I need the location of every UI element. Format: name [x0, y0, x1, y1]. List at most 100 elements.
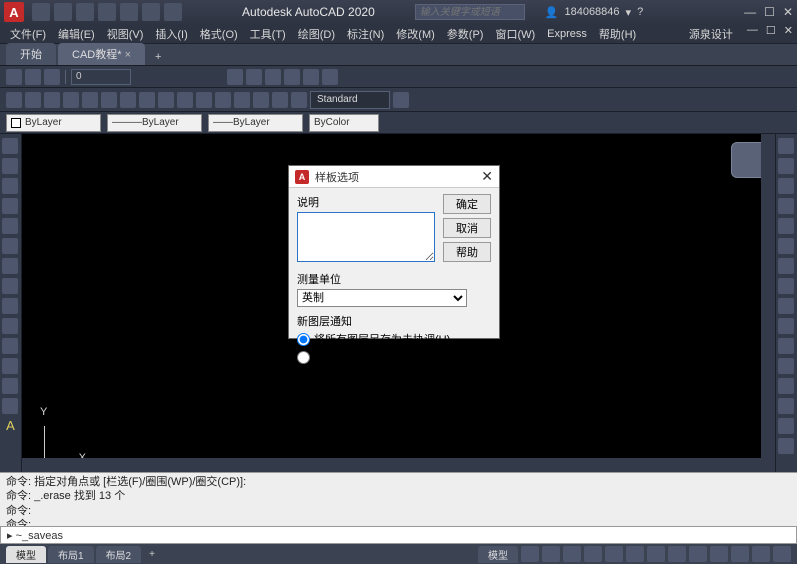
dim-icon[interactable] [120, 92, 136, 108]
layer-combo[interactable]: 0 [71, 69, 131, 85]
point-tool-icon[interactable] [2, 298, 18, 314]
qat-plot-icon[interactable] [120, 3, 138, 21]
qat-save-icon[interactable] [76, 3, 94, 21]
rectangle-tool-icon[interactable] [2, 218, 18, 234]
status-icon[interactable] [626, 546, 644, 562]
status-model[interactable]: 模型 [478, 546, 518, 563]
modify-fillet-icon[interactable] [778, 418, 794, 434]
menu-yuanquan[interactable]: 源泉设计 [683, 24, 739, 44]
doc-max-button[interactable]: ☐ [766, 24, 776, 44]
dim-icon[interactable] [253, 92, 269, 108]
dim-icon[interactable] [63, 92, 79, 108]
radio-reconciled[interactable]: 将所有图层另存为已协调(R) [297, 349, 491, 365]
dim-icon[interactable] [272, 92, 288, 108]
circle-tool-icon[interactable] [2, 178, 18, 194]
modify-stretch-icon[interactable] [778, 298, 794, 314]
ellipse-tool-icon[interactable] [2, 238, 18, 254]
menu-express[interactable]: Express [541, 26, 593, 42]
dimstyle-combo[interactable]: Standard [310, 91, 390, 109]
dim-icon[interactable] [139, 92, 155, 108]
menu-tools[interactable]: 工具(T) [244, 24, 292, 44]
doc-min-button[interactable]: — [747, 24, 758, 44]
help-icon[interactable]: ? [637, 6, 643, 18]
dim-icon[interactable] [196, 92, 212, 108]
status-icon[interactable] [584, 546, 602, 562]
doc-close-button[interactable]: ✕ [784, 24, 793, 44]
dim-icon[interactable] [234, 92, 250, 108]
modify-rotate-icon[interactable] [778, 258, 794, 274]
block-tool-icon[interactable] [2, 318, 18, 334]
units-select[interactable]: 英制 [297, 289, 467, 307]
layout-tab-2[interactable]: 布局2 [96, 546, 142, 563]
layer-freeze-icon[interactable] [25, 69, 41, 85]
dim-icon[interactable] [215, 92, 231, 108]
menu-edit[interactable]: 编辑(E) [52, 24, 101, 44]
hatch-tool-icon[interactable] [2, 258, 18, 274]
v-scrollbar[interactable] [761, 134, 775, 472]
minimize-button[interactable]: — [744, 5, 756, 19]
table-tool-icon[interactable] [2, 338, 18, 354]
qat-new-icon[interactable] [32, 3, 50, 21]
plotstyle-combo[interactable]: ByColor [309, 114, 379, 132]
dim-icon[interactable] [82, 92, 98, 108]
description-input[interactable] [297, 212, 435, 262]
status-icon[interactable] [752, 546, 770, 562]
modify-break-icon[interactable] [778, 358, 794, 374]
menu-draw[interactable]: 绘图(D) [292, 24, 341, 44]
line-tool-icon[interactable] [2, 138, 18, 154]
layout-tab-model[interactable]: 模型 [6, 546, 46, 563]
modify-copy-icon[interactable] [778, 158, 794, 174]
tb-icon[interactable] [227, 69, 243, 85]
app-logo[interactable]: A [4, 2, 24, 22]
layout-tab-1[interactable]: 布局1 [48, 546, 94, 563]
status-icon[interactable] [542, 546, 560, 562]
dim-icon[interactable] [393, 92, 409, 108]
tab-start[interactable]: 开始 [6, 43, 56, 65]
h-scrollbar[interactable] [22, 458, 761, 472]
wipeout-tool-icon[interactable] [2, 378, 18, 394]
layout-tab-add[interactable]: + [143, 548, 161, 561]
modify-scale-icon[interactable] [778, 278, 794, 294]
tb-icon[interactable] [246, 69, 262, 85]
app-exchange-icon[interactable]: ▾ [626, 6, 632, 19]
dim-icon[interactable] [6, 92, 22, 108]
menu-file[interactable]: 文件(F) [4, 24, 52, 44]
modify-explode-icon[interactable] [778, 438, 794, 454]
cancel-button[interactable]: 取消 [443, 218, 491, 238]
radio-unreconciled[interactable]: 将所有图层另存为未协调(U) [297, 331, 491, 347]
polyline-tool-icon[interactable] [2, 158, 18, 174]
menu-view[interactable]: 视图(V) [101, 24, 150, 44]
status-icon[interactable] [563, 546, 581, 562]
help-button[interactable]: 帮助 [443, 242, 491, 262]
search-input[interactable] [415, 4, 525, 20]
modify-join-icon[interactable] [778, 378, 794, 394]
dim-icon[interactable] [158, 92, 174, 108]
qat-undo-icon[interactable] [142, 3, 160, 21]
menu-insert[interactable]: 插入(I) [149, 24, 193, 44]
modify-array-icon[interactable] [778, 218, 794, 234]
menu-format[interactable]: 格式(O) [194, 24, 244, 44]
qat-saveas-icon[interactable] [98, 3, 116, 21]
dim-icon[interactable] [177, 92, 193, 108]
close-button[interactable]: ✕ [783, 5, 793, 19]
maximize-button[interactable]: ☐ [764, 5, 775, 19]
tb-icon[interactable] [322, 69, 338, 85]
tb-icon[interactable] [265, 69, 281, 85]
dim-icon[interactable] [25, 92, 41, 108]
linetype-combo[interactable]: ——— ByLayer [107, 114, 202, 132]
menu-modify[interactable]: 修改(M) [390, 24, 441, 44]
color-combo[interactable]: ByLayer [6, 114, 101, 132]
dialog-close-button[interactable]: ✕ [481, 168, 493, 185]
status-icon[interactable] [605, 546, 623, 562]
status-icon[interactable] [689, 546, 707, 562]
tab-document[interactable]: CAD教程* [58, 43, 145, 65]
spline-tool-icon[interactable] [2, 278, 18, 294]
tb-icon[interactable] [303, 69, 319, 85]
modify-chamfer-icon[interactable] [778, 398, 794, 414]
layer-lock-icon[interactable] [44, 69, 60, 85]
region-tool-icon[interactable] [2, 358, 18, 374]
status-icon[interactable] [647, 546, 665, 562]
modify-move-icon[interactable] [778, 238, 794, 254]
text-tool-icon[interactable]: A [2, 418, 19, 433]
modify-extend-icon[interactable] [778, 338, 794, 354]
